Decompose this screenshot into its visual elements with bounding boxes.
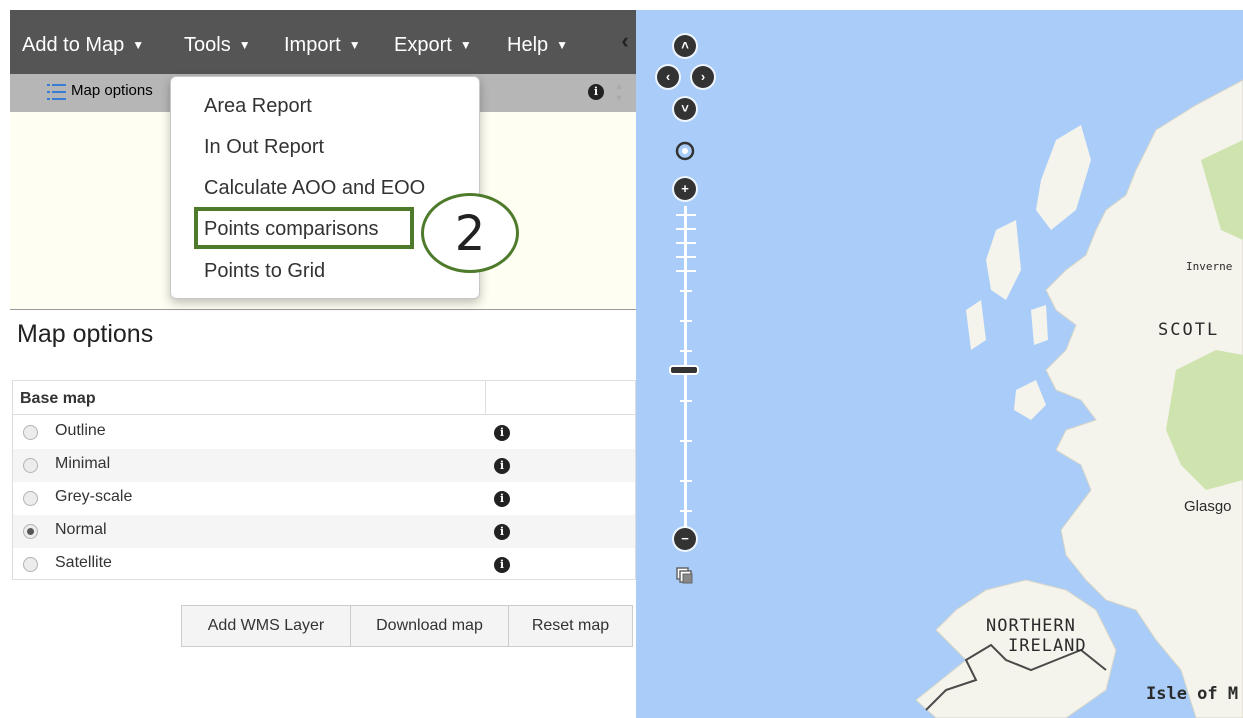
basemap-label: Normal <box>55 521 107 538</box>
radio-grey-scale[interactable] <box>23 491 38 506</box>
menu-add-to-map[interactable]: Add to Map ▼ <box>22 10 144 74</box>
basemap-row-minimal[interactable]: Minimal i <box>13 449 635 482</box>
zoom-out-icon[interactable]: − <box>674 528 696 550</box>
caret-down-icon: ▼ <box>238 38 251 52</box>
info-icon[interactable]: i <box>494 425 510 441</box>
caret-down-icon: ▼ <box>556 38 569 52</box>
zoom-tick <box>676 214 696 216</box>
step-number-marker: 2 <box>421 193 519 273</box>
zoom-tick <box>680 400 692 402</box>
zoom-tick <box>680 440 692 442</box>
menu-tools-label: Tools <box>184 34 231 56</box>
basemap-label: Outline <box>55 422 106 439</box>
zoom-tick <box>680 320 692 322</box>
basemap-table: Base map Outline i Minimal i Grey-scale … <box>12 380 636 580</box>
basemap-row-outline[interactable]: Outline i <box>13 416 635 449</box>
info-icon[interactable]: i <box>588 84 604 100</box>
island <box>1036 125 1091 230</box>
zoom-tick <box>676 228 696 230</box>
map-label-northern: NORTHERN <box>986 616 1076 636</box>
menu-help-label: Help <box>507 34 549 56</box>
basemap-row-grey-scale[interactable]: Grey-scale i <box>13 482 635 515</box>
menu-export-label: Export <box>394 34 452 56</box>
menubar: Add to Map ▼ Tools ▼ Import ▼ Export ▼ Help ▼… <box>10 10 636 74</box>
list-icon <box>47 84 66 100</box>
map-options-title: Map options <box>17 320 154 348</box>
collapse-panel-icon[interactable]: ‹ <box>614 24 636 58</box>
menu-import-label: Import <box>284 34 341 56</box>
island <box>1014 380 1046 420</box>
menu-item-points-to-grid[interactable]: Points to Grid <box>204 260 325 283</box>
menu-add-to-map-label: Add to Map <box>22 34 125 56</box>
scroll-arrows-icon[interactable]: ▲ ▼ <box>613 80 625 108</box>
basemap-label: Grey-scale <box>55 488 133 505</box>
map-view[interactable]: Inverne SCOTL Glasgo NORTHERN IRELAND Is… <box>636 10 1243 718</box>
menu-import[interactable]: Import ▼ <box>284 10 361 74</box>
basemap-header-label: Base map <box>20 390 96 407</box>
map-label-ireland: IRELAND <box>1008 636 1087 656</box>
menu-item-area-report[interactable]: Area Report <box>204 95 312 118</box>
info-icon[interactable]: i <box>494 524 510 540</box>
pan-right-icon[interactable]: › <box>692 66 714 88</box>
basemap-row-satellite[interactable]: Satellite i <box>13 548 635 581</box>
menu-item-calculate-aoo-eoo[interactable]: Calculate AOO and EOO <box>204 177 425 200</box>
map-canvas[interactable] <box>636 10 1243 718</box>
zoom-tick <box>680 510 692 512</box>
top-strip <box>0 0 1243 10</box>
map-label-isle-of-man: Isle of M <box>1146 684 1239 704</box>
map-label-inverness: Inverne <box>1186 260 1233 273</box>
zoom-in-icon[interactable]: + <box>674 178 696 200</box>
map-label-glasgow: Glasgo <box>1184 498 1232 515</box>
header-divider <box>485 381 486 415</box>
menu-help[interactable]: Help ▼ <box>507 10 568 74</box>
menu-export[interactable]: Export ▼ <box>394 10 472 74</box>
basemap-label: Satellite <box>55 554 112 571</box>
radio-normal[interactable] <box>23 524 38 539</box>
zoom-tick <box>676 242 696 244</box>
subbar-label: Map options <box>71 82 153 99</box>
radio-minimal[interactable] <box>23 458 38 473</box>
pan-left-icon[interactable]: ‹ <box>657 66 679 88</box>
island <box>986 220 1021 300</box>
radio-outline[interactable] <box>23 425 38 440</box>
radio-satellite[interactable] <box>23 557 38 572</box>
layers-icon[interactable] <box>676 567 694 585</box>
zoom-slider-handle[interactable] <box>669 365 699 375</box>
menu-item-points-comparisons[interactable]: Points comparisons <box>204 218 379 241</box>
caret-down-icon: ▼ <box>132 38 145 52</box>
basemap-table-header: Base map <box>13 381 635 415</box>
zoom-tick <box>680 290 692 292</box>
zoom-tick <box>680 480 692 482</box>
reset-map-button[interactable]: Reset map <box>508 605 633 647</box>
basemap-row-normal[interactable]: Normal i <box>13 515 635 548</box>
pan-up-icon[interactable]: ˄ <box>674 35 696 57</box>
basemap-label: Minimal <box>55 455 111 472</box>
info-icon[interactable]: i <box>494 491 510 507</box>
pan-down-icon[interactable]: ˅ <box>674 98 696 120</box>
tools-dropdown-menu: Area Report In Out Report Calculate AOO … <box>170 76 519 299</box>
locate-icon[interactable] <box>674 140 696 162</box>
zoom-tick <box>680 350 692 352</box>
island <box>1031 305 1048 345</box>
caret-down-icon: ▼ <box>348 38 361 52</box>
caret-down-icon: ▼ <box>459 38 472 52</box>
info-icon[interactable]: i <box>494 458 510 474</box>
zoom-tick <box>676 256 696 258</box>
island <box>966 300 986 350</box>
add-wms-layer-button[interactable]: Add WMS Layer <box>181 605 351 647</box>
map-label-scotland: SCOTL <box>1158 320 1220 340</box>
menu-tools[interactable]: Tools ▼ <box>184 10 251 74</box>
info-icon[interactable]: i <box>494 557 510 573</box>
zoom-tick <box>676 270 696 272</box>
menu-item-in-out-report[interactable]: In Out Report <box>204 136 324 159</box>
download-map-button[interactable]: Download map <box>350 605 509 647</box>
